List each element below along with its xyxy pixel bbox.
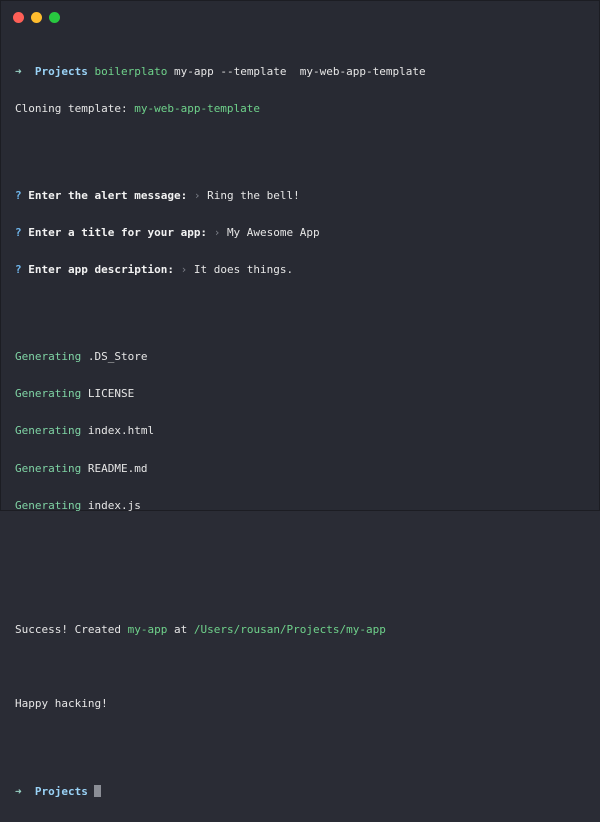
question-mark-icon: ? <box>15 263 22 277</box>
generated-file: README.md <box>87 461 148 475</box>
prompt-directory: Projects <box>34 785 88 799</box>
cloning-line: Cloning template: my-web-app-template <box>15 102 589 116</box>
generating-line: Generating .DS_Store <box>15 350 589 364</box>
generated-file: .DS_Store <box>87 350 148 364</box>
cursor-block[interactable] <box>94 785 102 798</box>
generating-line: Generating index.js <box>15 498 589 512</box>
close-window-button[interactable] <box>13 12 24 23</box>
prompt-line: ? Enter the alert message: › Ring the be… <box>15 188 589 202</box>
chevron-right-icon: › <box>180 263 188 277</box>
success-line: Success! Created my-app at /Users/rousan… <box>15 622 589 636</box>
prompt-directory: Projects <box>34 64 88 78</box>
command-args: my-app --template my-web-app-template <box>167 64 426 78</box>
generating-word: Generating <box>15 350 82 364</box>
generating-word: Generating <box>15 387 82 401</box>
command-program: boilerplato <box>94 64 168 78</box>
question-mark-icon: ? <box>15 188 22 202</box>
cloning-template-name: my-web-app-template <box>134 102 261 116</box>
prompt-answer: It does things. <box>193 263 294 277</box>
terminal-window: ➜ Projects boilerplato my-app --template… <box>0 0 600 798</box>
command-line: ➜ Projects boilerplato my-app --template… <box>15 64 589 78</box>
prompt-answer: Ring the bell! <box>207 188 300 202</box>
chevron-right-icon: › <box>193 188 201 202</box>
prompt-label: Enter a title for your app: <box>28 226 208 240</box>
success-prefix: Success! Created <box>15 622 128 636</box>
title-bar <box>1 1 599 35</box>
minimize-window-button[interactable] <box>31 12 42 23</box>
generating-word: Generating <box>15 424 82 438</box>
question-mark-icon: ? <box>15 226 22 240</box>
prompt-label: Enter the alert message: <box>28 188 188 202</box>
chevron-right-icon: › <box>213 226 221 240</box>
final-prompt-line: ➜ Projects <box>15 785 589 799</box>
generating-line: Generating README.md <box>15 461 589 475</box>
success-path: /Users/rousan/Projects/my-app <box>193 622 386 636</box>
prompt-answer: My Awesome App <box>226 226 320 240</box>
generated-file: LICENSE <box>87 387 135 401</box>
cloning-label: Cloning template: <box>15 102 135 116</box>
zoom-window-button[interactable] <box>49 12 60 23</box>
generated-file: index.html <box>87 424 155 438</box>
generating-word: Generating <box>15 461 82 475</box>
generating-line: Generating LICENSE <box>15 388 589 400</box>
success-middle: at <box>167 622 194 636</box>
generating-word: Generating <box>15 498 82 512</box>
terminal-output[interactable]: ➜ Projects boilerplato my-app --template… <box>15 41 589 822</box>
generated-file: index.js <box>87 498 141 512</box>
happy-line: Happy hacking! <box>15 697 108 711</box>
prompt-line: ? Enter a title for your app: › My Aweso… <box>15 226 589 240</box>
prompt-arrow-icon: ➜ <box>15 64 22 78</box>
generating-line: Generating index.html <box>15 425 589 437</box>
prompt-line: ? Enter app description: › It does thing… <box>15 264 589 276</box>
prompt-arrow-icon: ➜ <box>15 785 22 799</box>
prompt-label: Enter app description: <box>28 263 174 277</box>
success-app-name: my-app <box>127 622 168 636</box>
